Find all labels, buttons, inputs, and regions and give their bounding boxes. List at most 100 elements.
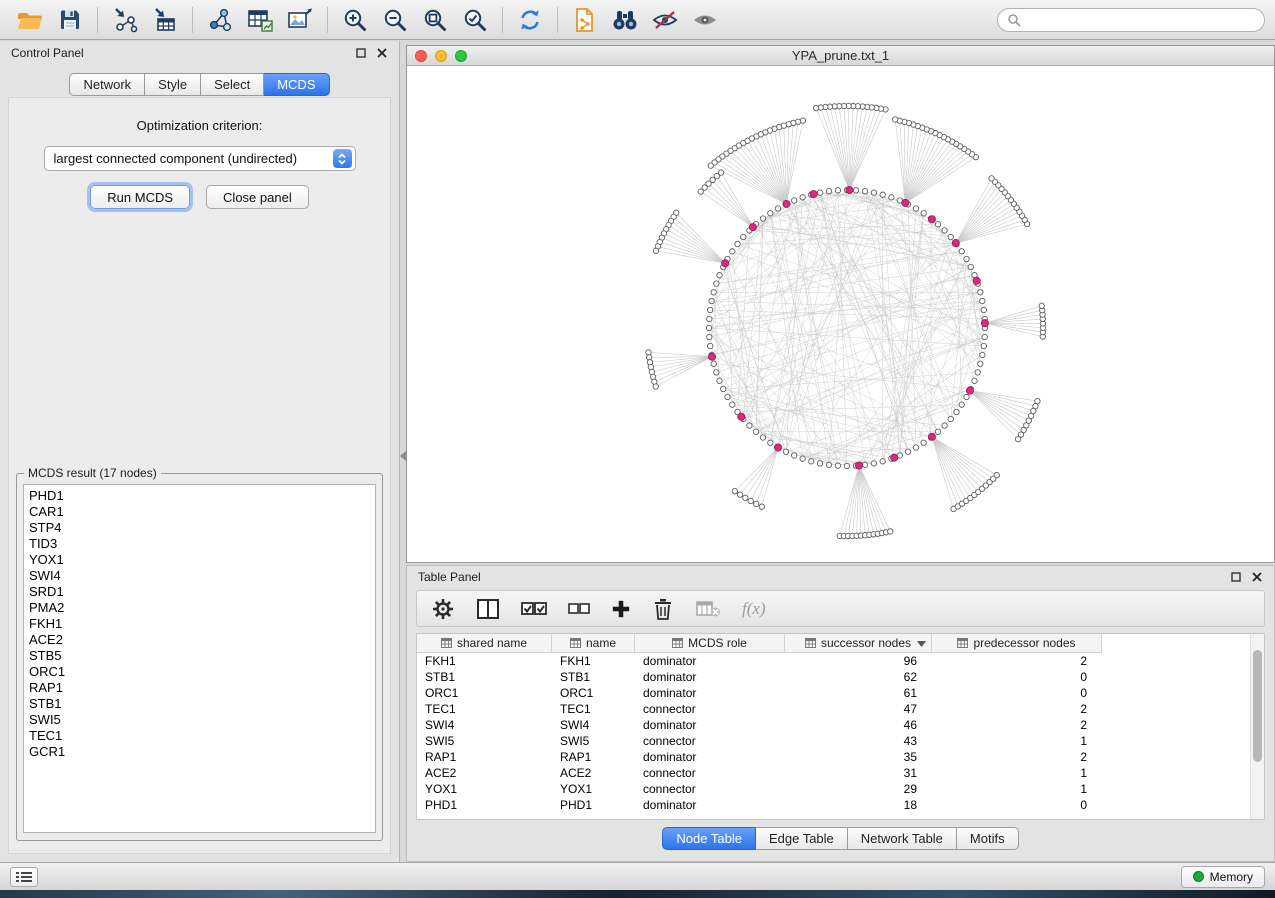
table-row[interactable]: FKH1 FKH1 dominator 96 2 [417, 653, 1250, 669]
task-history-button[interactable] [10, 867, 38, 887]
sort-dropdown-icon[interactable] [917, 641, 926, 647]
import-network-file-button[interactable] [105, 4, 145, 36]
mcds-result-item[interactable]: SWI4 [29, 568, 370, 584]
mcds-tab-content: Optimization criterion: largest connecte… [8, 97, 391, 854]
deselect-all-rows-button[interactable] [568, 600, 590, 618]
toolbar-search[interactable] [997, 8, 1265, 32]
mcds-result-item[interactable]: RAP1 [29, 680, 370, 696]
column-label: MCDS role [688, 636, 747, 650]
import-table-file-button[interactable] [145, 4, 185, 36]
mcds-result-item[interactable]: TEC1 [29, 728, 370, 744]
new-table-button[interactable] [240, 4, 280, 36]
table-row[interactable]: SWI4 SWI4 dominator 46 2 [417, 717, 1250, 733]
cell-name: RAP1 [552, 750, 635, 764]
zoom-fit-button[interactable] [415, 4, 455, 36]
find-button[interactable] [605, 4, 645, 36]
hide-selected-button[interactable] [645, 4, 685, 36]
maximize-window-button[interactable] [455, 50, 467, 62]
create-column-button[interactable] [611, 599, 631, 619]
column-header-successor-nodes[interactable]: successor nodes [785, 634, 932, 653]
save-session-button[interactable] [50, 4, 90, 36]
memory-status-icon [1193, 871, 1204, 882]
table-panel-tab[interactable]: Network Table [848, 827, 957, 850]
mcds-result-item[interactable]: SRD1 [29, 584, 370, 600]
mcds-result-item[interactable]: SWI5 [29, 712, 370, 728]
mcds-result-item[interactable]: PMA2 [29, 600, 370, 616]
network-canvas[interactable] [407, 66, 1274, 562]
new-network-button[interactable] [200, 4, 240, 36]
mcds-result-item[interactable]: STB1 [29, 696, 370, 712]
mcds-result-item[interactable]: TID3 [29, 536, 370, 552]
show-columns-button[interactable] [476, 598, 500, 620]
table-scrollbar[interactable] [1250, 634, 1264, 819]
table-panel-tab[interactable]: Motifs [957, 827, 1019, 850]
table-panel-tab[interactable]: Edge Table [756, 827, 848, 850]
criterion-selected-value: largest connected component (undirected) [54, 151, 298, 166]
close-table-panel-button[interactable] [1251, 571, 1263, 583]
column-header-shared-name[interactable]: shared name [417, 634, 552, 653]
table-row[interactable]: ACE2 ACE2 connector 31 1 [417, 765, 1250, 781]
column-header-mcds-role[interactable]: MCDS role [635, 634, 785, 653]
export-image-button[interactable] [280, 4, 320, 36]
table-row[interactable]: ORC1 ORC1 dominator 61 0 [417, 685, 1250, 701]
copy-style-button[interactable] [565, 4, 605, 36]
mcds-result-item[interactable]: PHD1 [29, 488, 370, 504]
function-builder-button[interactable]: f(x) [742, 599, 766, 619]
table-panel-tab[interactable]: Node Table [662, 827, 756, 850]
minimize-window-button[interactable] [435, 50, 447, 62]
zoom-selected-button[interactable] [455, 4, 495, 36]
mcds-result-item[interactable]: GCR1 [29, 744, 370, 760]
run-mcds-button[interactable]: Run MCDS [90, 185, 190, 209]
mcds-result-item[interactable]: FKH1 [29, 616, 370, 632]
zoom-out-button[interactable] [375, 4, 415, 36]
table-panel: Table Panel f(x) [406, 565, 1275, 862]
table-row[interactable]: RAP1 RAP1 dominator 35 2 [417, 749, 1250, 765]
table-row[interactable]: YOX1 YOX1 connector 29 1 [417, 781, 1250, 797]
refresh-button[interactable] [510, 4, 550, 36]
table-panel-tabs: Node TableEdge TableNetwork TableMotifs [407, 827, 1274, 850]
show-all-button[interactable] [685, 4, 725, 36]
table-scrollbar-thumb[interactable] [1253, 650, 1262, 762]
control-panel-tab[interactable]: Style [145, 73, 201, 96]
search-input[interactable] [1027, 13, 1255, 27]
mcds-result-item[interactable]: CAR1 [29, 504, 370, 520]
plus-icon [611, 599, 631, 619]
table-row[interactable]: STB1 STB1 dominator 62 0 [417, 669, 1250, 685]
control-panel-tab[interactable]: Network [69, 73, 145, 96]
node-table: shared name name MCDS role successor nod… [416, 633, 1265, 820]
float-panel-button[interactable] [355, 47, 367, 59]
panel-splitter-collapse-button[interactable] [399, 449, 406, 462]
table-settings-button[interactable] [431, 597, 455, 621]
optimization-criterion-select[interactable]: largest connected component (undirected) [44, 146, 356, 171]
table-panel-title: Table Panel [418, 570, 481, 584]
close-window-button[interactable] [415, 50, 427, 62]
mcds-result-list[interactable]: PHD1CAR1STP4TID3YOX1SWI4SRD1PMA2FKH1ACE2… [23, 484, 376, 833]
close-panel-button[interactable] [376, 47, 388, 59]
mcds-result-item[interactable]: YOX1 [29, 552, 370, 568]
table-row[interactable]: PHD1 PHD1 dominator 18 0 [417, 797, 1250, 813]
mcds-result-item[interactable]: STB5 [29, 648, 370, 664]
zoom-in-button[interactable] [335, 4, 375, 36]
cell-name: STB1 [552, 670, 635, 684]
cell-shared-name: SWI5 [417, 734, 552, 748]
mcds-result-item[interactable]: ACE2 [29, 632, 370, 648]
open-session-button[interactable] [10, 4, 50, 36]
import-network-icon [111, 7, 139, 33]
control-panel-tab[interactable]: Select [201, 73, 264, 96]
close-panel-action-button[interactable]: Close panel [206, 185, 309, 209]
zoom-in-icon [342, 7, 368, 33]
float-table-panel-button[interactable] [1230, 571, 1242, 583]
control-panel-tab[interactable]: MCDS [264, 73, 329, 96]
mcds-result-item[interactable]: ORC1 [29, 664, 370, 680]
column-header-name[interactable]: name [552, 634, 635, 653]
node-table-header: shared name name MCDS role successor nod… [417, 634, 1264, 653]
table-row[interactable]: SWI5 SWI5 connector 43 1 [417, 733, 1250, 749]
delete-table-button[interactable] [695, 599, 721, 619]
table-row[interactable]: TEC1 TEC1 connector 47 2 [417, 701, 1250, 717]
select-all-rows-button[interactable] [521, 599, 547, 619]
mcds-result-item[interactable]: STP4 [29, 520, 370, 536]
memory-button[interactable]: Memory [1181, 866, 1265, 888]
column-header-predecessor-nodes[interactable]: predecessor nodes [932, 634, 1102, 653]
delete-column-button[interactable] [652, 597, 674, 621]
network-window-titlebar[interactable]: YPA_prune.txt_1 [407, 46, 1274, 66]
